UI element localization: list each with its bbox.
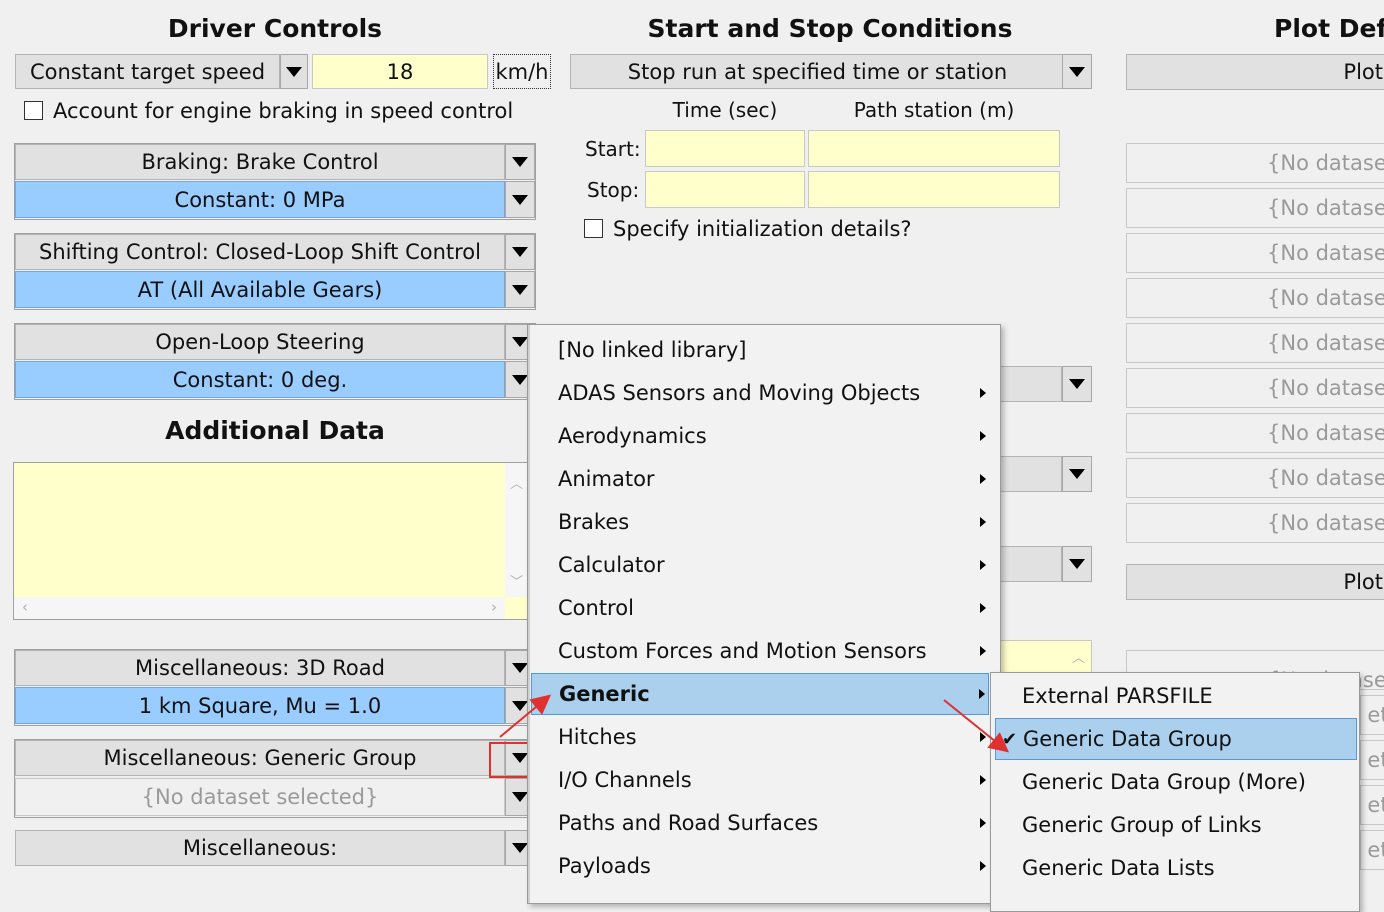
arrow-to-generic-data-group	[943, 699, 1010, 753]
arrow-to-generic	[499, 694, 552, 738]
annotation-arrows	[499, 694, 1010, 753]
